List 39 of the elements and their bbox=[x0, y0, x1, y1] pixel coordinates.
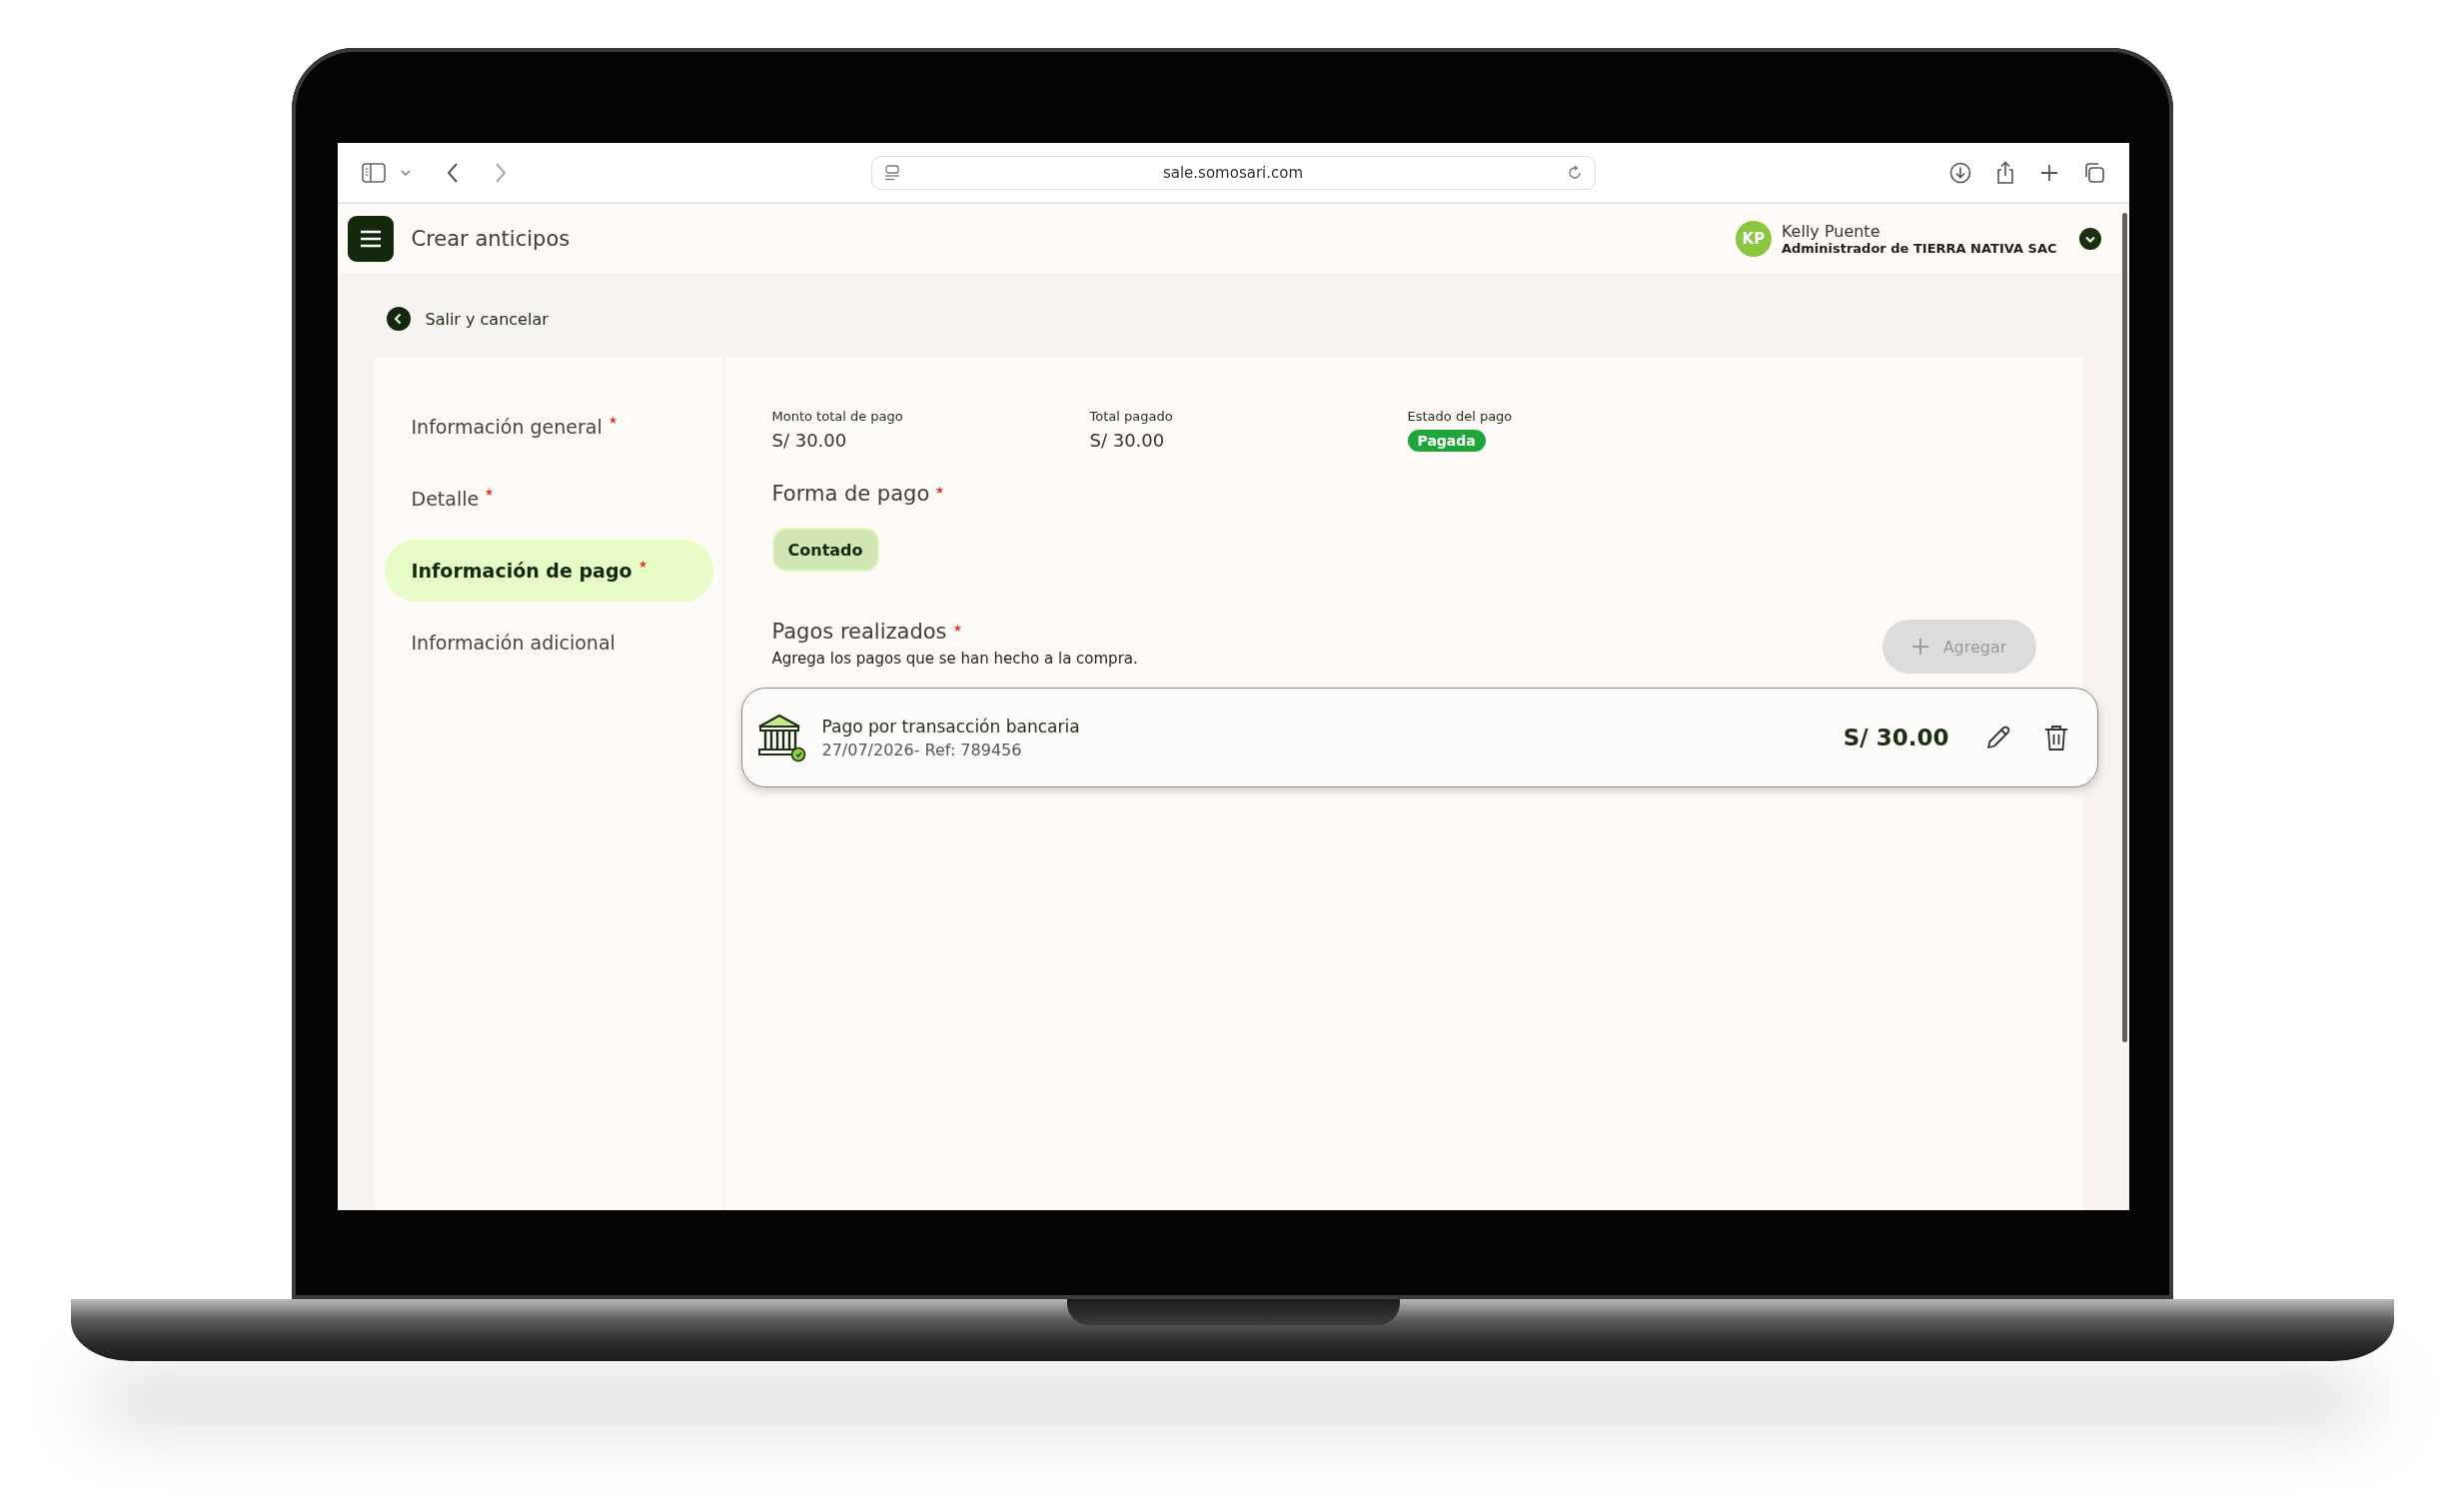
payment-details: 27/07/2026- Ref: 789456 bbox=[821, 740, 1023, 759]
payment-title: Pago por transacción bancaria bbox=[821, 716, 1081, 737]
page-title: Crear anticipos bbox=[411, 226, 572, 251]
share-icon[interactable] bbox=[1994, 160, 2015, 185]
scrollbar[interactable] bbox=[2121, 213, 2127, 1042]
reload-icon[interactable] bbox=[1566, 164, 1583, 181]
status-badge: Pagada bbox=[1407, 430, 1486, 452]
sidebar-icon[interactable] bbox=[361, 162, 386, 183]
field-label: Monto total de pago bbox=[771, 409, 904, 424]
sidebar-item[interactable]: Información general bbox=[384, 396, 713, 458]
back-icon[interactable] bbox=[445, 161, 460, 184]
tabs-icon[interactable] bbox=[2082, 161, 2105, 184]
chevron-down-icon[interactable] bbox=[399, 168, 412, 177]
field-label: Estado del pago bbox=[1407, 409, 1514, 424]
sidebar-item[interactable]: Información adicional bbox=[384, 612, 713, 674]
payment-amount: S/ 30.00 bbox=[1843, 725, 1949, 751]
user-name: Kelly Puente bbox=[1781, 221, 1881, 241]
user-role: Administrador de TIERRA NATIVA SAC bbox=[1781, 240, 2057, 256]
field-value: S/ 30.00 bbox=[771, 430, 848, 451]
plus-icon[interactable] bbox=[2038, 162, 2059, 183]
sidebar-item[interactable]: Información de pago bbox=[384, 540, 713, 602]
download-icon[interactable] bbox=[1948, 161, 1971, 184]
page-icon bbox=[883, 164, 900, 181]
avatar: KP bbox=[1735, 220, 1772, 257]
section-title: Pagos realizados bbox=[771, 620, 947, 644]
menu-icon bbox=[359, 229, 382, 248]
back-link[interactable]: Salir y cancelar bbox=[386, 307, 549, 331]
sidebar-item[interactable]: Detalle bbox=[384, 468, 713, 530]
dropdown-icon[interactable] bbox=[2078, 227, 2101, 250]
plus-icon bbox=[1910, 638, 1929, 656]
field-label: Total pagado bbox=[1089, 409, 1174, 424]
bank-icon bbox=[755, 713, 806, 762]
section-title: Forma de pago bbox=[771, 482, 930, 506]
address-field[interactable]: sale.somosari.com bbox=[870, 155, 1596, 190]
menu-button[interactable] bbox=[347, 215, 394, 262]
delete-icon[interactable] bbox=[2042, 724, 2069, 752]
payment-option[interactable]: Contado bbox=[771, 528, 879, 572]
field-value: S/ 30.00 bbox=[1089, 430, 1166, 451]
section-subtitle: Agrega los pagos que se han hecho a la compra. bbox=[771, 650, 1138, 668]
